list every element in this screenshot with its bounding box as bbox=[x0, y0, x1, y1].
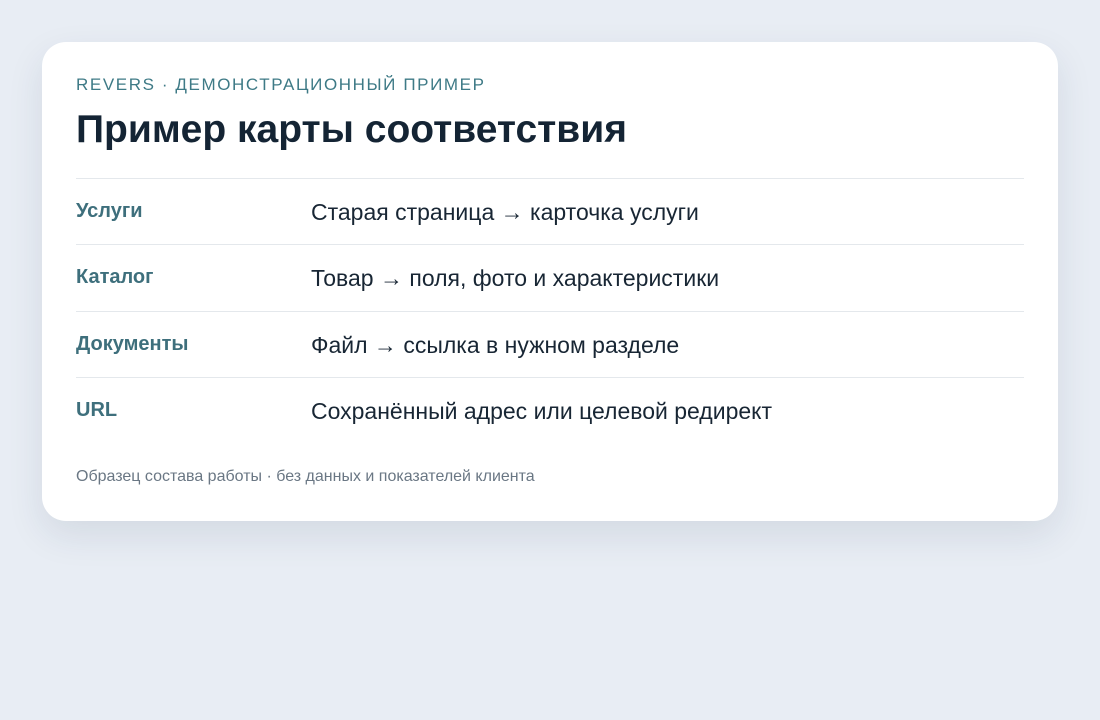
row-label: Каталог bbox=[76, 266, 154, 288]
row-value: Сохранённый адрес или целевой редирект bbox=[311, 398, 773, 424]
mapping-card: REVERS · ДЕМОНСТРАЦИОННЫЙ ПРИМЕР Пример … bbox=[42, 42, 1058, 521]
card-footnote: Образец состава работы · без данных и по… bbox=[76, 468, 535, 485]
table-row: Документы Файл → ссылка в нужном разделе bbox=[76, 311, 1024, 377]
row-value: Файл → ссылка в нужном разделе bbox=[311, 332, 680, 358]
row-value: Старая страница → карточка услуги bbox=[311, 199, 699, 225]
table-row: Услуги Старая страница → карточка услуги bbox=[76, 178, 1024, 244]
table-row: Каталог Товар → поля, фото и характерист… bbox=[76, 244, 1024, 311]
page-title: Пример карты соответствия bbox=[76, 108, 627, 151]
row-value: Товар → поля, фото и характеристики bbox=[311, 265, 720, 291]
row-label: Услуги bbox=[76, 200, 143, 222]
row-label: URL bbox=[76, 399, 118, 421]
table-row: URL Сохранённый адрес или целевой редире… bbox=[76, 377, 1024, 443]
row-label: Документы bbox=[76, 333, 189, 355]
card-eyebrow: REVERS · ДЕМОНСТРАЦИОННЫЙ ПРИМЕР bbox=[76, 75, 486, 94]
mapping-table: Услуги Старая страница → карточка услуги… bbox=[76, 178, 1024, 443]
